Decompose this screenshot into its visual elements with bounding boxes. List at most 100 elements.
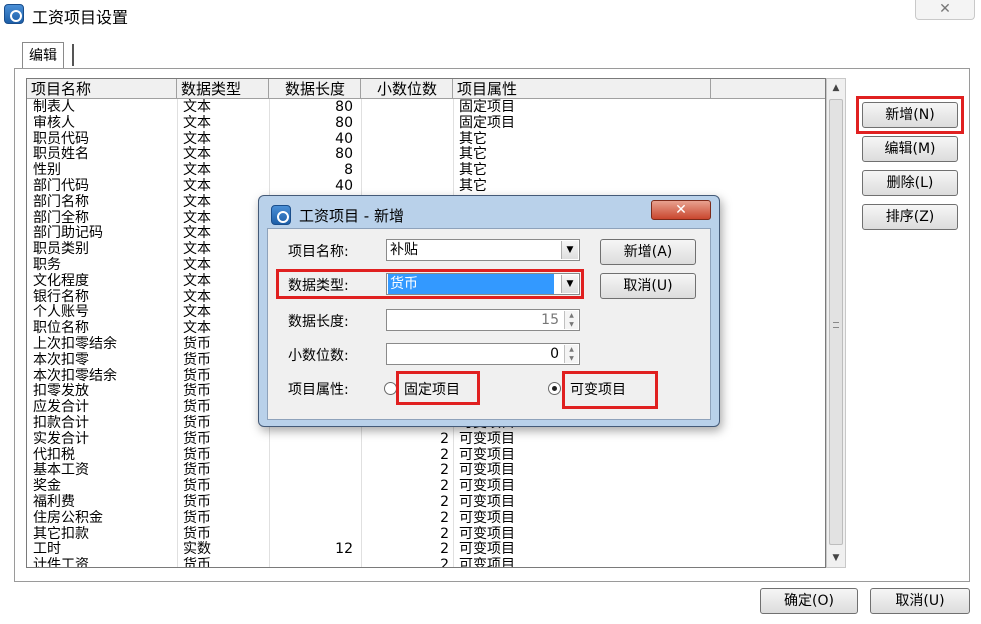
cell-type: 货币 <box>183 478 211 495</box>
table-row[interactable]: 其它扣款 货币 2 可变项目 <box>27 525 825 542</box>
cell-name: 审核人 <box>33 114 75 131</box>
table-row[interactable]: 部门代码 文本 40 其它 <box>27 178 825 194</box>
cancel-button[interactable]: 取消(U) <box>870 588 970 614</box>
edit-item-button[interactable]: 编辑(M) <box>862 136 958 162</box>
item-name-value: 补贴 <box>390 242 418 258</box>
cell-type: 实数 <box>183 541 211 558</box>
cell-type: 货币 <box>183 557 211 568</box>
cell-name: 银行名称 <box>33 288 89 305</box>
cell-name: 奖金 <box>33 478 61 495</box>
cell-name: 实发合计 <box>33 430 89 447</box>
cell-name: 应发合计 <box>33 399 89 416</box>
dialog-add-button[interactable]: 新增(A) <box>600 239 696 265</box>
window-titlebar: 工资项目设置 ✕ <box>0 0 981 30</box>
cell-name: 本次扣零结余 <box>33 367 117 384</box>
cell-decimals: 2 <box>440 478 449 495</box>
cell-decimals: 2 <box>440 494 449 510</box>
cell-attr: 可变项目 <box>459 557 515 568</box>
length-spinner[interactable]: 15 ▲ ▼ <box>386 309 580 331</box>
window-close-button[interactable]: ✕ <box>915 0 975 20</box>
cell-name: 基本工资 <box>33 462 89 479</box>
column-header-name[interactable]: 项目名称 <box>27 79 177 99</box>
cell-name: 其它扣款 <box>33 525 89 542</box>
radio-variable-item[interactable] <box>548 382 561 395</box>
cell-name: 上次扣零结余 <box>33 336 117 352</box>
dialog-close-button[interactable]: ✕ <box>651 200 711 220</box>
table-row[interactable]: 计件工资 货币 2 可变项目 <box>27 557 825 568</box>
new-salary-item-dialog: 工资项目 - 新增 ✕ 项目名称: 补贴 ▼ 数据类型: 货币 ▼ 数据长度: … <box>258 195 720 427</box>
cell-type: 文本 <box>183 272 211 289</box>
delete-item-button[interactable]: 删除(L) <box>862 170 958 196</box>
table-row[interactable]: 基本工资 货币 2 可变项目 <box>27 462 825 479</box>
spinner-arrows-icon[interactable]: ▲ ▼ <box>564 311 578 329</box>
cell-length: 80 <box>335 99 353 115</box>
cell-length: 80 <box>335 114 353 131</box>
cell-name: 职员类别 <box>33 241 89 258</box>
cell-name: 部门名称 <box>33 193 89 210</box>
cell-decimals: 2 <box>440 462 449 479</box>
length-label: 数据长度: <box>288 314 349 330</box>
cell-type: 货币 <box>183 446 211 463</box>
attr-label: 项目属性: <box>288 382 349 398</box>
cell-type: 货币 <box>183 399 211 416</box>
table-row[interactable]: 工时 实数 12 2 可变项目 <box>27 541 825 558</box>
cell-name: 职员代码 <box>33 130 89 147</box>
cell-type: 文本 <box>183 241 211 258</box>
item-name-label: 项目名称: <box>288 244 349 260</box>
cell-length: 8 <box>344 162 353 179</box>
tab-edit[interactable]: 编辑 <box>22 42 64 68</box>
cell-type: 货币 <box>183 430 211 447</box>
cell-type: 文本 <box>183 99 211 115</box>
cell-type: 货币 <box>183 462 211 479</box>
table-row[interactable]: 职员姓名 文本 80 其它 <box>27 146 825 163</box>
cell-name: 制表人 <box>33 99 75 115</box>
column-header-attr[interactable]: 项目属性 <box>453 79 711 99</box>
cell-name: 计件工资 <box>33 557 89 568</box>
cell-type: 文本 <box>183 162 211 179</box>
scroll-thumb[interactable] <box>829 99 843 545</box>
table-row[interactable]: 奖金 货币 2 可变项目 <box>27 478 825 495</box>
scroll-down-arrow-icon[interactable]: ▼ <box>827 549 845 567</box>
table-row[interactable]: 审核人 文本 80 固定项目 <box>27 114 825 131</box>
dialog-app-icon <box>271 205 291 225</box>
ok-button[interactable]: 确定(O) <box>760 588 858 614</box>
cell-type: 文本 <box>183 130 211 147</box>
cell-length: 40 <box>335 130 353 147</box>
cell-attr: 可变项目 <box>459 494 515 510</box>
cell-attr: 可变项目 <box>459 462 515 479</box>
highlight-data-type <box>276 269 584 299</box>
table-row[interactable]: 制表人 文本 80 固定项目 <box>27 99 825 115</box>
table-row[interactable]: 性别 文本 8 其它 <box>27 162 825 179</box>
cell-name: 部门代码 <box>33 178 89 194</box>
table-row[interactable]: 代扣税 货币 2 可变项目 <box>27 446 825 463</box>
cell-type: 文本 <box>183 209 211 226</box>
cell-decimals: 2 <box>440 541 449 558</box>
table-row[interactable]: 福利费 货币 2 可变项目 <box>27 494 825 510</box>
cell-name: 部门助记码 <box>33 225 103 242</box>
cell-type: 文本 <box>183 146 211 163</box>
cell-name: 住房公积金 <box>33 509 103 526</box>
column-header-type[interactable]: 数据类型 <box>177 79 269 99</box>
cell-type: 文本 <box>183 114 211 131</box>
scroll-up-arrow-icon[interactable]: ▲ <box>827 79 845 97</box>
grid-vertical-scrollbar[interactable]: ▲ ▼ <box>826 78 846 568</box>
sort-items-button[interactable]: 排序(Z) <box>862 204 958 230</box>
table-row[interactable]: 实发合计 货币 2 可变项目 <box>27 430 825 447</box>
dialog-cancel-button[interactable]: 取消(U) <box>600 273 696 299</box>
cell-length: 12 <box>335 541 353 558</box>
table-row[interactable]: 职员代码 文本 40 其它 <box>27 130 825 147</box>
column-header-decimals[interactable]: 小数位数 <box>361 79 453 99</box>
cell-type: 文本 <box>183 178 211 194</box>
chevron-down-icon[interactable]: ▼ <box>561 241 578 259</box>
decimals-spinner[interactable]: 0 ▲ ▼ <box>386 343 580 365</box>
column-header-length[interactable]: 数据长度 <box>269 79 361 99</box>
cell-attr: 可变项目 <box>459 525 515 542</box>
item-name-combo[interactable]: 补贴 ▼ <box>386 239 580 261</box>
spinner-arrows-icon[interactable]: ▲ ▼ <box>564 345 578 363</box>
table-row[interactable]: 住房公积金 货币 2 可变项目 <box>27 509 825 526</box>
decimals-label: 小数位数: <box>288 348 349 364</box>
cell-type: 文本 <box>183 193 211 210</box>
cell-name: 个人账号 <box>33 304 89 321</box>
cell-type: 货币 <box>183 336 211 352</box>
cell-decimals: 2 <box>440 557 449 568</box>
